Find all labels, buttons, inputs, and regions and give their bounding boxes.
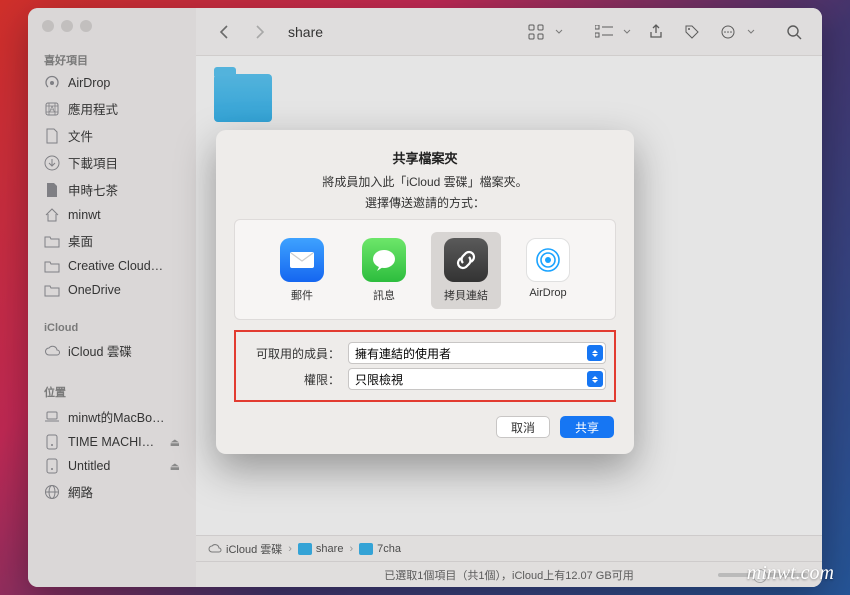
watermark: minwt.com	[747, 562, 834, 585]
share-mail[interactable]: 郵件	[267, 232, 337, 309]
share-copy-link[interactable]: 拷貝連結	[431, 232, 501, 309]
select-arrows-icon	[587, 371, 603, 387]
dialog-subtitle2: 選擇傳送邀請的方式：	[216, 194, 634, 211]
highlighted-settings: 可取用的成員： 擁有連結的使用者 權限： 只限檢視	[234, 330, 616, 402]
access-label: 可取用的成員：	[244, 345, 340, 362]
messages-icon	[362, 238, 406, 282]
share-messages[interactable]: 訊息	[349, 232, 419, 309]
share-dialog: 共享檔案夾 將成員加入此「iCloud 雲碟」檔案夾。 選擇傳送邀請的方式： 郵…	[216, 130, 634, 454]
access-select[interactable]: 擁有連結的使用者	[348, 342, 606, 364]
select-arrows-icon	[587, 345, 603, 361]
link-icon	[444, 238, 488, 282]
dialog-subtitle: 將成員加入此「iCloud 雲碟」檔案夾。	[216, 173, 634, 190]
share-button[interactable]: 共享	[560, 416, 614, 438]
mail-icon	[280, 238, 324, 282]
dialog-title: 共享檔案夾	[216, 148, 634, 167]
share-methods: 郵件 訊息 拷貝連結 AirDrop	[234, 219, 616, 320]
cancel-button[interactable]: 取消	[496, 416, 550, 438]
modal-overlay: 共享檔案夾 將成員加入此「iCloud 雲碟」檔案夾。 選擇傳送邀請的方式： 郵…	[0, 0, 850, 595]
share-airdrop[interactable]: AirDrop	[513, 232, 583, 309]
permission-label: 權限：	[244, 371, 340, 388]
permission-select[interactable]: 只限檢視	[348, 368, 606, 390]
airdrop-icon	[526, 238, 570, 282]
